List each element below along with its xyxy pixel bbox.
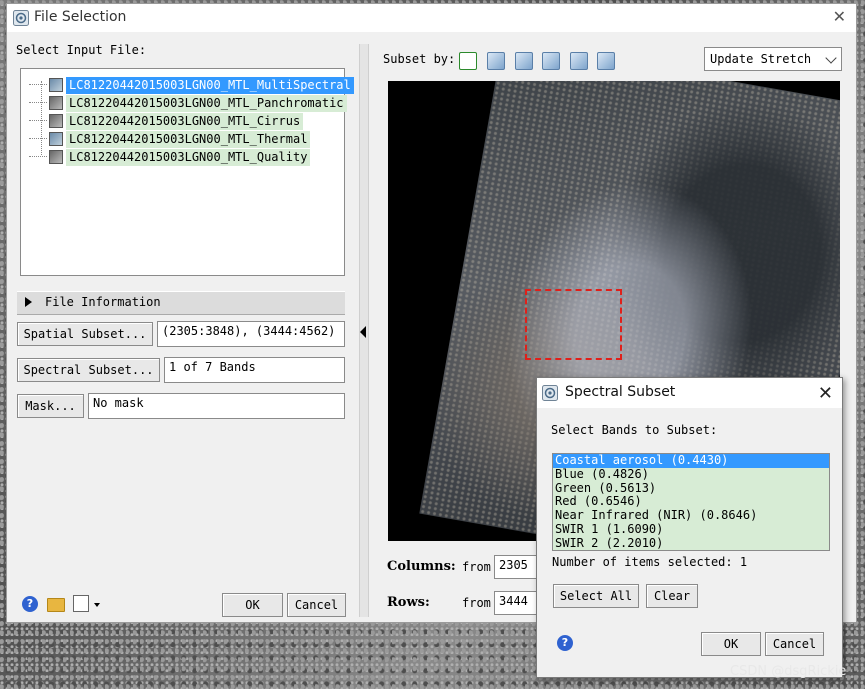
cancel-button[interactable]: Cancel (287, 593, 346, 617)
input-file-tree[interactable]: LC81220442015003LGN00_MTL_MultiSpectral … (20, 68, 354, 276)
dialog-title-bar: Spectral Subset ✕ (537, 378, 842, 408)
title-bar: File Selection ✕ (7, 4, 856, 32)
tree-item-file[interactable]: LC81220442015003LGN00_MTL_MultiSpectral (29, 76, 354, 94)
subset-rectangle-icon[interactable] (459, 52, 477, 70)
spectral-subset-dialog: Spectral Subset ✕ Select Bands to Subset… (536, 377, 843, 678)
close-icon[interactable]: ✕ (818, 383, 833, 404)
tree-item-label: LC81220442015003LGN00_MTL_MultiSpectral (66, 76, 354, 94)
tree-item-file[interactable]: LC81220442015003LGN00_MTL_Cirrus (29, 112, 304, 130)
spatial-subset-button[interactable]: Spatial Subset... (17, 322, 153, 346)
band-item[interactable]: SWIR 1 (1.6090) (553, 522, 829, 537)
columns-from-field[interactable]: 2305 (494, 555, 539, 579)
tree-item-label: LC81220442015003LGN00_MTL_Panchromatic (66, 94, 347, 112)
raster-file-icon (49, 114, 63, 128)
rows-from-label: from (462, 596, 491, 610)
band-item[interactable]: Coastal aerosol (0.4430) (553, 453, 829, 468)
tree-item-file[interactable]: LC81220442015003LGN00_MTL_Panchromatic (29, 94, 347, 112)
multispectral-file-icon (49, 132, 63, 146)
raster-file-icon (49, 96, 63, 110)
band-item[interactable]: Blue (0.4826) (553, 467, 829, 482)
multispectral-file-icon (49, 78, 63, 92)
file-information-label: File Information (45, 295, 161, 309)
spectral-subset-button[interactable]: Spectral Subset... (17, 358, 160, 382)
envi-app-icon (13, 10, 29, 26)
rows-label: Rows: (387, 595, 430, 610)
band-list[interactable]: Coastal aerosol (0.4430) Blue (0.4826) G… (552, 453, 830, 551)
band-item[interactable]: Near Infrared (NIR) (0.8646) (553, 508, 829, 523)
ok-button[interactable]: OK (222, 593, 283, 617)
tree-item-label: LC81220442015003LGN00_MTL_Quality (66, 148, 311, 166)
subset-roi-icon[interactable] (570, 52, 588, 70)
rows-from-field[interactable]: 3444 (494, 591, 539, 615)
subset-image-icon[interactable] (515, 52, 533, 70)
tree-item-file[interactable]: LC81220442015003LGN00_MTL_Thermal (29, 130, 311, 148)
select-input-heading: Select Input File: (16, 43, 147, 57)
cancel-button[interactable]: Cancel (765, 632, 824, 656)
spatial-subset-field: (2305:3848), (3444:4562) (157, 321, 345, 347)
clear-button[interactable]: Clear (646, 584, 698, 608)
panel-splitter[interactable] (359, 44, 369, 617)
open-folder-icon[interactable] (47, 598, 65, 612)
subset-file-icon[interactable] (597, 52, 615, 70)
raster-file-icon (49, 150, 63, 164)
ok-button[interactable]: OK (701, 632, 761, 656)
band-item[interactable]: Red (0.6546) (553, 495, 829, 509)
tree-item-label: LC81220442015003LGN00_MTL_Cirrus (66, 112, 304, 130)
envi-app-icon (542, 385, 558, 401)
collapse-left-icon[interactable] (360, 326, 366, 338)
tree-item-label: LC81220442015003LGN00_MTL_Thermal (66, 130, 311, 148)
band-item[interactable]: SWIR 2 (2.2010) (553, 536, 829, 551)
stretch-value: Update Stretch (710, 52, 812, 66)
select-bands-heading: Select Bands to Subset: (551, 423, 718, 437)
mask-field: No mask (88, 393, 345, 419)
subset-raster-icon[interactable] (487, 52, 505, 70)
selected-count: Number of items selected: 1 (552, 555, 748, 569)
dialog-title: Spectral Subset (565, 384, 676, 400)
stretch-dropdown[interactable]: Update Stretch (704, 47, 842, 71)
expand-arrow-icon (25, 297, 32, 307)
tree-item-file[interactable]: LC81220442015003LGN00_MTL_Quality (29, 148, 311, 166)
subset-vector-icon[interactable] (542, 52, 560, 70)
band-item[interactable]: Green (0.5613) (553, 481, 829, 496)
help-icon[interactable]: ? (557, 635, 573, 651)
mask-button[interactable]: Mask... (17, 394, 84, 418)
subset-by-label: Subset by: (383, 52, 456, 66)
spectral-subset-field: 1 of 7 Bands (164, 357, 345, 383)
select-all-button[interactable]: Select All (553, 584, 639, 608)
file-options-icon[interactable] (73, 595, 89, 612)
chevron-down-icon[interactable] (94, 603, 100, 607)
columns-from-label: from (462, 560, 491, 574)
watermark-text: CSDN @dsgRickie (730, 664, 847, 679)
file-information-toggle[interactable]: File Information (17, 291, 345, 315)
columns-label: Columns: (387, 559, 456, 574)
chevron-down-icon (825, 52, 837, 64)
subset-region-box[interactable] (525, 289, 622, 360)
close-icon[interactable]: ✕ (833, 7, 846, 26)
help-icon[interactable]: ? (22, 596, 38, 612)
window-title: File Selection (34, 9, 127, 25)
